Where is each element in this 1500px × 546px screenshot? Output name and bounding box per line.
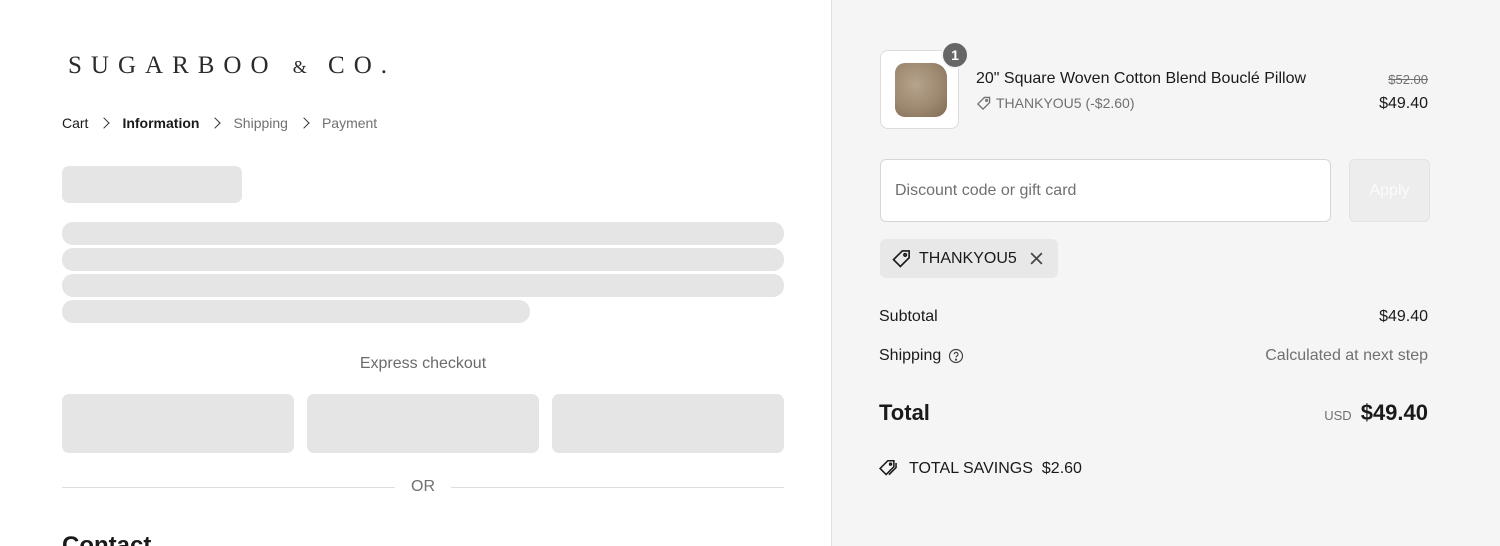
- shipping-label-text: Shipping: [879, 347, 942, 364]
- subtotal-label: Subtotal: [879, 308, 938, 326]
- original-price: $52.00: [1388, 72, 1428, 87]
- skeleton-line: [62, 222, 784, 245]
- chevron-right-icon: [98, 117, 111, 129]
- skeleton-line: [62, 248, 784, 271]
- tag-icon: [976, 96, 991, 110]
- pillow-image: [895, 63, 947, 117]
- subtotal-value: $49.40: [1379, 308, 1428, 325]
- apply-button[interactable]: Apply: [1349, 159, 1430, 222]
- total-label: Total: [879, 400, 930, 425]
- express-pay-button-placeholder[interactable]: [552, 394, 784, 453]
- tags-icon: [879, 459, 897, 476]
- logo-ampersand: &: [292, 57, 313, 77]
- breadcrumb-information: Information: [122, 115, 200, 131]
- breadcrumb-payment: Payment: [321, 115, 378, 131]
- final-price: $49.40: [1379, 95, 1428, 112]
- chevron-right-icon: [209, 117, 222, 129]
- quantity-badge: 1: [941, 41, 969, 69]
- savings-value: $2.60: [1041, 460, 1082, 477]
- applied-code-text: THANKYOU5: [919, 249, 1017, 267]
- chevron-right-icon: [298, 117, 310, 129]
- product-discount: THANKYOU5 (-$2.60): [976, 95, 1134, 111]
- checkout-main: SUGARBOO & CO. Cart Information Shipping…: [0, 0, 832, 546]
- skeleton-line: [62, 274, 784, 297]
- logo-text-main: SUGARBOO: [68, 52, 278, 79]
- express-checkout-label: Express checkout: [359, 355, 487, 372]
- product-name: 20" Square Woven Cotton Blend Bouclé Pil…: [976, 70, 1307, 87]
- order-summary: 1 20" Square Woven Cotton Blend Bouclé P…: [831, 0, 1500, 546]
- subtotal-label-text: Subtotal: [879, 308, 938, 325]
- store-logo[interactable]: SUGARBOO & CO.: [68, 52, 396, 80]
- total-value: USD $49.40: [1324, 400, 1428, 426]
- skeleton-line: [62, 300, 530, 323]
- or-label: OR: [411, 478, 435, 495]
- breadcrumb-shipping: Shipping: [233, 115, 288, 131]
- express-pay-button-placeholder[interactable]: [62, 394, 294, 453]
- discount-code-input[interactable]: [880, 159, 1331, 222]
- close-icon[interactable]: [1029, 251, 1044, 266]
- logo-text-end: CO.: [328, 52, 397, 79]
- tag-icon: [891, 249, 911, 269]
- shipping-value: Calculated at next step: [1265, 347, 1428, 364]
- breadcrumb: Cart Information Shipping Payment: [62, 115, 377, 131]
- total-savings: TOTAL SAVINGS $2.60: [879, 459, 1082, 479]
- currency-code: USD: [1324, 408, 1352, 423]
- question-circle-icon[interactable]: [948, 348, 964, 364]
- shipping-label: Shipping: [879, 347, 964, 365]
- breadcrumb-cart[interactable]: Cart: [62, 115, 88, 131]
- total-amount: $49.40: [1360, 400, 1428, 425]
- applied-discount-chip: THANKYOU5: [880, 239, 1058, 278]
- express-pay-button-placeholder[interactable]: [307, 394, 539, 453]
- contact-heading: Contact: [62, 532, 152, 546]
- skeleton-heading: [62, 166, 242, 203]
- or-divider: OR: [62, 478, 784, 498]
- product-discount-text: THANKYOU5 (-$2.60): [996, 95, 1135, 111]
- savings-label: TOTAL SAVINGS: [909, 460, 1033, 477]
